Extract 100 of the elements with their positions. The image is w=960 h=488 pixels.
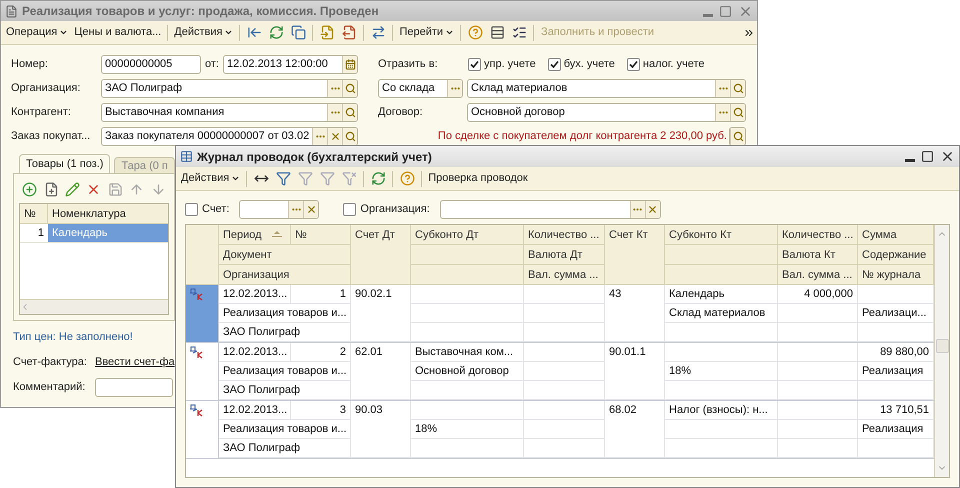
warehouse-field[interactable]: Склад материалов xyxy=(467,79,746,98)
comment-field[interactable] xyxy=(95,378,173,397)
search-button[interactable] xyxy=(730,80,745,97)
column-header: Вал. сумма ... xyxy=(778,265,858,285)
vertical-scrollbar[interactable] xyxy=(934,225,949,477)
column-header: Количество ... xyxy=(524,225,605,245)
transfer-icon xyxy=(370,25,386,40)
select-button[interactable] xyxy=(288,201,304,218)
calendar-button[interactable] xyxy=(342,56,357,73)
scrollbar-thumb[interactable] xyxy=(936,339,948,353)
select-button[interactable] xyxy=(327,80,342,97)
select-button[interactable] xyxy=(447,80,462,97)
contract-field[interactable]: Основной договор xyxy=(467,103,746,122)
list-checks-icon xyxy=(512,25,527,40)
menu-button[interactable]: Действия xyxy=(171,24,236,41)
search-button[interactable] xyxy=(342,80,357,97)
search-icon xyxy=(344,131,356,142)
clear-button[interactable] xyxy=(303,201,318,218)
date-field[interactable]: 12.02.2013 12:00:00 xyxy=(222,55,358,74)
checkbox[interactable] xyxy=(548,58,561,71)
refresh-icon xyxy=(370,171,386,186)
check-entries-button[interactable]: Проверка проводок xyxy=(425,170,531,187)
edit-icon xyxy=(65,182,80,196)
close-button[interactable] xyxy=(940,149,955,164)
select-button[interactable] xyxy=(715,104,730,121)
clear-icon xyxy=(306,204,317,215)
checkbox[interactable] xyxy=(343,203,356,216)
toolbar-button[interactable]: Цены и валюта... xyxy=(71,24,164,41)
filter-label: Счет: xyxy=(202,202,230,218)
table-row[interactable]: 1 Календарь xyxy=(20,224,168,243)
order-field[interactable]: Заказ покупателя 00000000007 от 03.02 xyxy=(101,127,358,146)
select-button[interactable] xyxy=(630,201,645,218)
filter-icon xyxy=(298,171,313,186)
menu-button[interactable]: Операция xyxy=(3,24,72,41)
table-cell: 1 xyxy=(291,285,351,304)
clear-button[interactable] xyxy=(644,201,660,218)
search-button[interactable] xyxy=(342,104,357,121)
column-header: Вал. сумма ... xyxy=(524,265,605,285)
table-cell: 90.01.1 xyxy=(605,343,665,400)
field-label: Комментарий: xyxy=(13,380,86,396)
table-cell: 12.02.2013... xyxy=(219,401,291,420)
table-cell: Календарь xyxy=(48,224,168,242)
document-plus-icon xyxy=(320,25,335,40)
warehouse-type-field[interactable]: Со склада xyxy=(378,79,463,98)
window-title: Реализация товаров и услуг: продажа, комиссия. Проведен xyxy=(22,3,380,20)
search-icon xyxy=(732,83,744,94)
column-header: Субконто Кт xyxy=(665,225,778,245)
checkbox-label: налог. учете xyxy=(642,57,705,72)
caret-icon xyxy=(224,28,234,37)
rows-icon xyxy=(490,25,505,40)
select-button[interactable] xyxy=(327,104,342,121)
field-label: Счет-фактура: xyxy=(13,354,88,370)
column-header: № xyxy=(20,204,48,223)
number-field[interactable]: 00000000005 xyxy=(101,55,201,74)
menu-button[interactable]: Действия xyxy=(178,170,244,187)
tab[interactable]: Товары (1 поз.) xyxy=(19,154,110,173)
menu-button[interactable]: Перейти xyxy=(396,24,458,41)
checkbox[interactable] xyxy=(185,203,198,216)
search-button[interactable] xyxy=(342,128,357,145)
field-label: Договор: xyxy=(378,105,424,120)
table-cell: Основной договор xyxy=(411,362,524,381)
maximize-icon xyxy=(921,150,934,163)
help-icon xyxy=(400,171,415,186)
counterparty-field[interactable]: Выставочная компания xyxy=(101,103,358,122)
clear-button[interactable] xyxy=(327,128,342,145)
table-cell: Склад материалов xyxy=(665,304,778,323)
search-button[interactable] xyxy=(730,128,745,145)
price-type-link[interactable]: Тип цен: Не заполнено! xyxy=(13,329,133,346)
arrow-icon xyxy=(246,25,262,40)
search-button[interactable] xyxy=(730,104,745,121)
organization-filter-field[interactable] xyxy=(440,200,661,219)
enter-invoice-link[interactable]: Ввести счет-фа xyxy=(95,354,175,370)
clear-icon xyxy=(330,131,341,142)
organization-field[interactable]: ЗАО Полиграф xyxy=(101,79,358,98)
debt-notice: По сделке с покупателем долг контрагента 2 230,00 руб. xyxy=(438,129,727,144)
maximize-button[interactable] xyxy=(921,150,934,163)
table-cell: 62.01 xyxy=(351,343,411,400)
checkbox[interactable] xyxy=(626,58,640,71)
table-icon xyxy=(180,150,193,163)
account-filter-field[interactable] xyxy=(239,200,320,219)
select-button[interactable] xyxy=(312,128,328,145)
checkbox[interactable] xyxy=(468,58,481,71)
clear-icon xyxy=(647,204,658,215)
column-header: Валюта Кт xyxy=(778,245,858,265)
table-cell: Выставочная ком... xyxy=(411,343,524,362)
help-icon xyxy=(468,25,483,40)
select-button[interactable] xyxy=(715,80,730,97)
column-header: Валюта Дт xyxy=(524,245,605,265)
row-marker[interactable] xyxy=(186,285,219,342)
field-label: Отразить в: xyxy=(378,57,439,72)
filter-label: Организация: xyxy=(360,202,430,218)
table-cell: 90.02.1 xyxy=(351,285,411,342)
table-cell: Реализация товаров и... xyxy=(219,362,351,381)
column-header: Количество ... xyxy=(778,225,858,245)
search-icon xyxy=(344,83,356,94)
column-header: Счет Кт xyxy=(605,225,665,285)
horizontal-scrollbar[interactable] xyxy=(20,299,168,314)
table-cell: 68.02 xyxy=(605,401,665,458)
minimize-icon xyxy=(905,159,915,162)
filter-menu-icon xyxy=(320,171,335,186)
